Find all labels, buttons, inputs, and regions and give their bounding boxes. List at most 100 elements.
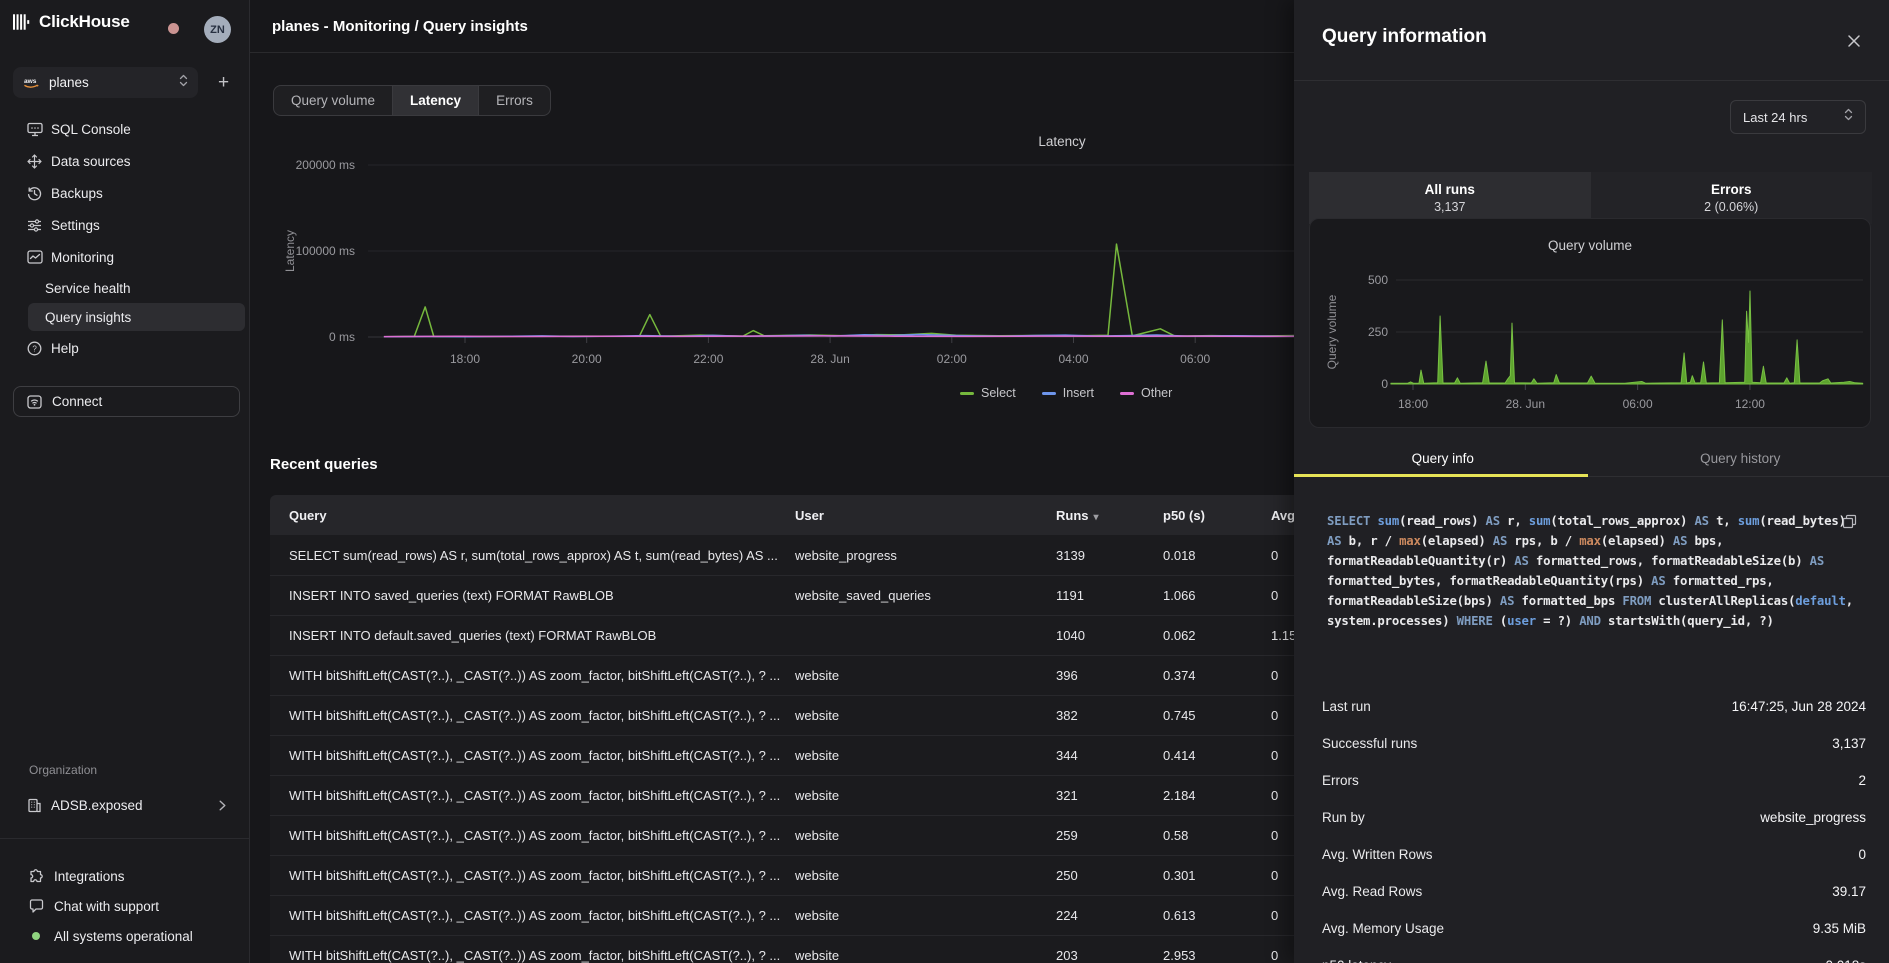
query-cell: WITH bitShiftLeft(CAST(?..), _CAST(?..))… bbox=[289, 908, 795, 923]
stat-label: Errors bbox=[1322, 773, 1359, 788]
p50-cell: 2.953 bbox=[1163, 948, 1271, 963]
stat-value: 39.17 bbox=[1832, 884, 1866, 899]
code-line: AS b, r / max(elapsed) AS rps, b / max(e… bbox=[1327, 532, 1853, 552]
add-service-button[interactable]: + bbox=[210, 69, 237, 96]
tab-all-runs[interactable]: All runs 3,137 bbox=[1309, 172, 1591, 224]
query-volume-chart: Query volumeQuery volume025050018:0028. … bbox=[1310, 219, 1870, 427]
sidebar: ClickHouse ZN aws planes + SQL Console bbox=[0, 0, 250, 963]
runs-cell: 321 bbox=[1056, 788, 1163, 803]
brand: ClickHouse bbox=[13, 12, 130, 32]
p50-cell: 0.062 bbox=[1163, 628, 1271, 643]
column-header-runs[interactable]: Runs▾ bbox=[1056, 508, 1163, 523]
svg-text:28. Jun: 28. Jun bbox=[810, 352, 849, 366]
system-status-item[interactable]: All systems operational bbox=[0, 921, 249, 951]
sidebar-item-backups[interactable]: Backups bbox=[0, 177, 249, 209]
user-cell: website bbox=[795, 668, 1056, 683]
sidebar-item-label: Monitoring bbox=[51, 250, 114, 265]
stat-label: Last run bbox=[1322, 699, 1371, 714]
column-header-query[interactable]: Query bbox=[289, 508, 795, 523]
legend-dash bbox=[1120, 392, 1134, 395]
legend-item[interactable]: Other bbox=[1120, 386, 1172, 400]
svg-text:200000 ms: 200000 ms bbox=[296, 158, 355, 172]
service-selector-label: planes bbox=[49, 75, 170, 90]
runs-cell: 3139 bbox=[1056, 548, 1163, 563]
user-cell: website bbox=[795, 788, 1056, 803]
svg-text:02:00: 02:00 bbox=[937, 352, 967, 366]
runs-cell: 250 bbox=[1056, 868, 1163, 883]
aws-icon: aws bbox=[23, 76, 40, 89]
sidebar-item-label: Help bbox=[51, 341, 79, 356]
p50-cell: 0.414 bbox=[1163, 748, 1271, 763]
query-cell: WITH bitShiftLeft(CAST(?..), _CAST(?..))… bbox=[289, 748, 795, 763]
code-line: system.processes) WHERE (user = ?) AND s… bbox=[1327, 612, 1853, 632]
tab-errors-count[interactable]: Errors 2 (0.06%) bbox=[1591, 172, 1873, 224]
notification-dot[interactable] bbox=[168, 23, 179, 34]
monitoring-icon bbox=[26, 250, 43, 264]
sidebar-item-query-insights[interactable]: Query insights bbox=[28, 303, 245, 331]
chat-with-support-item[interactable]: Chat with support bbox=[0, 891, 249, 921]
copy-icon[interactable] bbox=[1842, 514, 1857, 529]
stat-value: 9.35 MiB bbox=[1813, 921, 1866, 936]
close-icon[interactable] bbox=[1843, 30, 1865, 52]
chevron-updown-icon bbox=[1844, 108, 1853, 126]
sidebar-item-label: Data sources bbox=[51, 154, 131, 169]
info-tabs: Query info Query history bbox=[1294, 440, 1889, 477]
svg-text:28. Jun: 28. Jun bbox=[1506, 397, 1545, 411]
stat-value: 3,137 bbox=[1832, 736, 1866, 751]
stat-value: website_progress bbox=[1760, 810, 1866, 825]
legend-item[interactable]: Select bbox=[960, 386, 1016, 400]
tab-query-info[interactable]: Query info bbox=[1294, 440, 1592, 476]
sidebar-item-label: Backups bbox=[51, 186, 103, 201]
p50-cell: 0.745 bbox=[1163, 708, 1271, 723]
column-header-p50[interactable]: p50 (s) bbox=[1163, 508, 1271, 523]
sidebar-item-help[interactable]: ? Help bbox=[0, 332, 249, 364]
stat-value: 0.018s bbox=[1825, 958, 1866, 963]
p50-cell: 0.58 bbox=[1163, 828, 1271, 843]
stat-row: Avg. Read Rows39.17 bbox=[1294, 873, 1889, 910]
chat-icon bbox=[28, 899, 45, 913]
legend-item[interactable]: Insert bbox=[1042, 386, 1094, 400]
sidebar-item-service-health[interactable]: Service health bbox=[28, 274, 245, 302]
query-cell: INSERT INTO saved_queries (text) FORMAT … bbox=[289, 588, 795, 603]
user-cell: website bbox=[795, 948, 1056, 963]
tab-errors-label: Errors bbox=[1711, 182, 1752, 197]
stat-label: Avg. Written Rows bbox=[1322, 847, 1433, 862]
svg-text:500: 500 bbox=[1368, 273, 1388, 287]
chevron-updown-icon bbox=[179, 74, 188, 92]
integrations-icon bbox=[28, 869, 45, 884]
tab-query-history[interactable]: Query history bbox=[1592, 440, 1889, 476]
stat-label: Avg. Memory Usage bbox=[1322, 921, 1444, 936]
sidebar-item-label: SQL Console bbox=[51, 122, 131, 137]
legend-dash bbox=[1042, 392, 1056, 395]
stat-row: Successful runs3,137 bbox=[1294, 725, 1889, 762]
sidebar-item-sql-console[interactable]: SQL Console bbox=[0, 113, 249, 145]
stat-row: Errors2 bbox=[1294, 762, 1889, 799]
time-range-label: Last 24 hrs bbox=[1743, 110, 1834, 125]
query-cell: WITH bitShiftLeft(CAST(?..), _CAST(?..))… bbox=[289, 708, 795, 723]
sidebar-item-monitoring[interactable]: Monitoring bbox=[0, 241, 249, 273]
sidebar-item-label: Service health bbox=[45, 281, 131, 296]
status-ok-dot bbox=[28, 932, 45, 940]
connect-button[interactable]: Connect bbox=[13, 386, 240, 417]
svg-text:20:00: 20:00 bbox=[572, 352, 602, 366]
time-range-select[interactable]: Last 24 hrs bbox=[1730, 100, 1866, 134]
sidebar-item-data-sources[interactable]: Data sources bbox=[0, 145, 249, 177]
code-line: SELECT sum(read_rows) AS r, sum(total_ro… bbox=[1327, 512, 1853, 532]
query-volume-card: Query volumeQuery volume025050018:0028. … bbox=[1309, 218, 1871, 428]
sidebar-item-settings[interactable]: Settings bbox=[0, 209, 249, 241]
svg-text:aws: aws bbox=[24, 78, 37, 85]
stat-label: p50 latency bbox=[1322, 958, 1391, 963]
stat-value: 0 bbox=[1858, 847, 1866, 862]
service-selector[interactable]: aws planes bbox=[13, 67, 198, 98]
organization-icon bbox=[26, 798, 43, 813]
organization-item[interactable]: ADSB.exposed bbox=[13, 790, 236, 820]
tab-all-runs-label: All runs bbox=[1425, 182, 1475, 197]
integrations-item[interactable]: Integrations bbox=[0, 861, 249, 891]
backups-icon bbox=[26, 186, 43, 201]
avatar[interactable]: ZN bbox=[204, 16, 231, 43]
column-header-user[interactable]: User bbox=[795, 508, 1056, 523]
sql-console-icon bbox=[26, 122, 43, 137]
query-cell: WITH bitShiftLeft(CAST(?..), _CAST(?..))… bbox=[289, 788, 795, 803]
svg-text:100000 ms: 100000 ms bbox=[296, 244, 355, 258]
sidebar-item-label: Query insights bbox=[45, 310, 131, 325]
